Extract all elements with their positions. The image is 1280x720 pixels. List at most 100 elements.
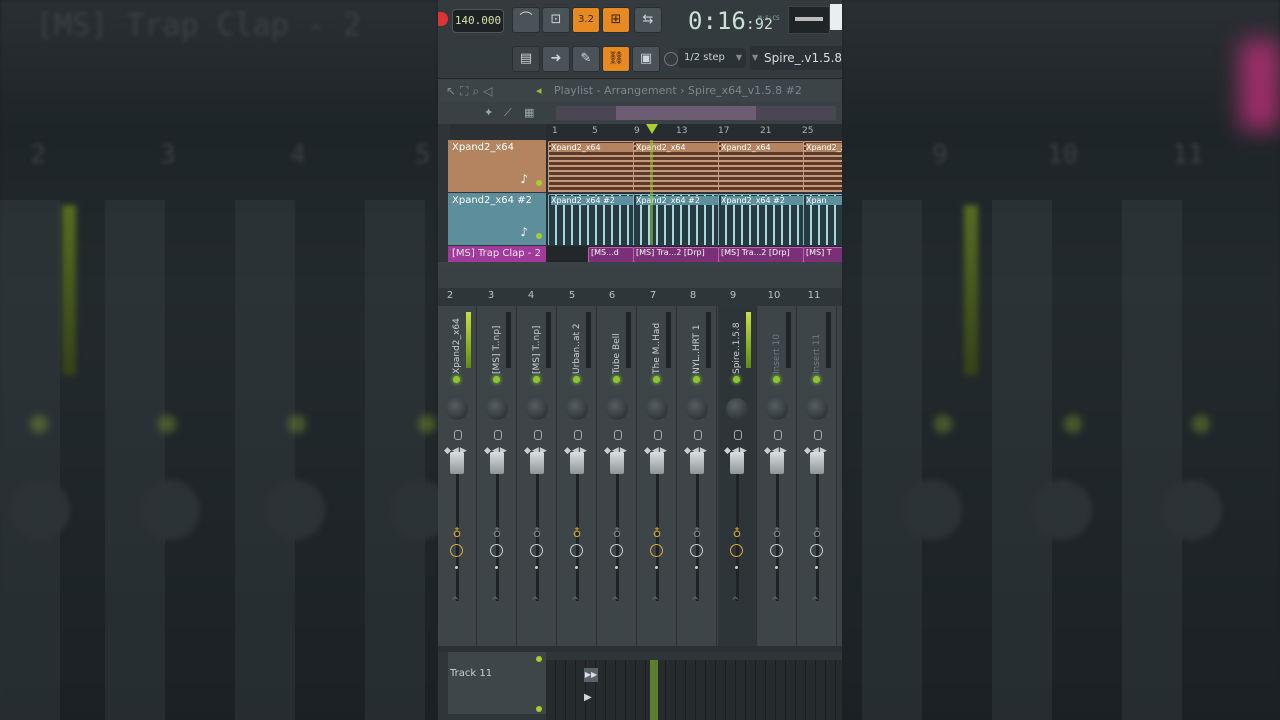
route-toggle[interactable] [730, 544, 743, 557]
volume-fader[interactable] [650, 452, 664, 474]
route-link-icon[interactable]: ♁ [810, 526, 824, 540]
volume-fader[interactable] [730, 452, 744, 474]
playlist-overview-scrollbar[interactable] [556, 106, 836, 120]
pan-knob[interactable] [766, 398, 788, 420]
record-button[interactable] [438, 12, 448, 26]
route-link-icon[interactable]: ♁ [450, 526, 464, 540]
route-toggle[interactable] [610, 544, 623, 557]
route-toggle[interactable] [690, 544, 703, 557]
track-header[interactable]: Xpand2_x64 ♪ [448, 140, 546, 192]
channel-led[interactable] [813, 376, 820, 383]
link-icon[interactable]: ⛓ [602, 46, 630, 72]
pan-knob[interactable] [566, 398, 588, 420]
fast-forward-icon[interactable]: ▶▶ [584, 668, 598, 682]
pan-knob[interactable] [726, 398, 748, 420]
metronome-icon[interactable]: ⌒ [512, 7, 540, 33]
mixer-title-bar[interactable] [438, 268, 842, 288]
audio-clip[interactable]: [MS] T [803, 247, 842, 262]
track-lane[interactable]: Xpand2_x64 Xpand2_x64 Xpand2_x64 Xpand2_… [546, 140, 842, 192]
route-link-icon[interactable]: ♁ [770, 526, 784, 540]
caret-up-icon[interactable]: ^ [491, 596, 499, 607]
pan-knob[interactable] [646, 398, 668, 420]
pan-knob[interactable] [446, 398, 468, 420]
mixer-channel[interactable]: [MS] T..np] ◆◀▶ ♁ ^ [518, 306, 557, 646]
volume-fader[interactable] [770, 452, 784, 474]
pan-knob[interactable] [526, 398, 548, 420]
track-lane[interactable]: Xpand2_x64 #2 Xpand2_x64 #2 Xpand2_x64 #… [546, 193, 842, 245]
track-header[interactable]: [MS] Trap Clap - 2 [448, 246, 546, 262]
track-header[interactable]: Xpand2_x64 #2 ♪ [448, 193, 546, 245]
stereo-icon[interactable] [814, 430, 822, 440]
plugin-select[interactable]: ▼ Spire_.v1.5.8 [750, 46, 842, 70]
pattern-button[interactable]: 3.2 [572, 7, 600, 33]
stereo-icon[interactable] [494, 430, 502, 440]
caret-up-icon[interactable]: ^ [571, 596, 579, 607]
grid-icon[interactable]: ▦ [524, 106, 538, 120]
volume-fader[interactable] [450, 452, 464, 474]
snap-select[interactable]: 1/2 step ▼ [678, 48, 746, 68]
pattern-clip[interactable]: Xpand2_x64 #2 [718, 194, 804, 245]
pattern-clip[interactable]: Xpand2_x64 #2 [633, 194, 719, 245]
stereo-icon[interactable] [574, 430, 582, 440]
track-lane[interactable]: [MS...d [MS] Tra...2 [Drp] [MS] Tra...2 … [546, 246, 842, 262]
stereo-icon[interactable] [694, 430, 702, 440]
draw-icon[interactable]: ⟋ [504, 106, 518, 120]
channel-led[interactable] [733, 376, 740, 383]
mixer-channel[interactable]: Insert 11 ◆◀▶ ♁ ^ [798, 306, 837, 646]
track-lane[interactable]: ▶▶ ▶ [546, 660, 842, 720]
stereo-icon[interactable] [454, 430, 462, 440]
mixer-channel[interactable]: Xpand2_x64 ◆◀▶ ♁ ^ [438, 306, 477, 646]
play-icon[interactable]: ▶ [584, 692, 598, 706]
channel-led[interactable] [493, 376, 500, 383]
caret-up-icon[interactable]: ^ [651, 596, 659, 607]
stereo-icon[interactable] [654, 430, 662, 440]
mixer-channel[interactable]: Urban..at 2 ◆◀▶ ♁ ^ [558, 306, 597, 646]
track-led[interactable] [536, 656, 542, 662]
stereo-icon[interactable] [614, 430, 622, 440]
volume-fader[interactable] [810, 452, 824, 474]
pan-knob[interactable] [606, 398, 628, 420]
pan-knob[interactable] [806, 398, 828, 420]
route-link-icon[interactable]: ♁ [570, 526, 584, 540]
mixer-channel[interactable]: NYL..HRT 1 ◆◀▶ ♁ ^ [678, 306, 717, 646]
track-led[interactable] [536, 233, 542, 239]
audio-clip[interactable]: [MS] Tra...2 [Drp] [633, 247, 719, 262]
caret-up-icon[interactable]: ^ [451, 596, 459, 607]
stereo-icon[interactable] [534, 430, 542, 440]
pattern-clip[interactable]: Xpan [803, 194, 842, 245]
wait-record-icon[interactable]: ⊡ [542, 7, 570, 33]
track-led[interactable] [536, 706, 542, 712]
route-link-icon[interactable]: ♁ [690, 526, 704, 540]
channel-led[interactable] [773, 376, 780, 383]
snap-icon[interactable] [664, 52, 678, 66]
pattern-clip[interactable]: Xpand2_x64 [803, 141, 842, 192]
stereo-icon[interactable] [734, 430, 742, 440]
channel-led[interactable] [653, 376, 660, 383]
caret-up-icon[interactable]: ^ [811, 596, 819, 607]
caret-up-icon[interactable]: ^ [691, 596, 699, 607]
volume-fader[interactable] [690, 452, 704, 474]
stamp-icon[interactable]: ▣ [632, 46, 660, 72]
pan-knob[interactable] [486, 398, 508, 420]
caret-up-icon[interactable]: ^ [611, 596, 619, 607]
volume-fader[interactable] [570, 452, 584, 474]
playlist-title-bar[interactable]: ↖⛶⌕◁ ◂ Playlist - Arrangement › Spire_x6… [438, 80, 842, 102]
timeline-ruler[interactable]: 1 5 9 13 17 21 25 [546, 124, 842, 140]
route-link-icon[interactable]: ♁ [610, 526, 624, 540]
channel-led[interactable] [453, 376, 460, 383]
mixer-channel[interactable]: The M..Had ◆◀▶ ♁ ^ [638, 306, 677, 646]
route-link-icon[interactable]: ♁ [530, 526, 544, 540]
pattern-clip[interactable]: Xpand2_x64 #2 [548, 194, 634, 245]
pattern-clip[interactable]: Xpand2_x64 [633, 141, 719, 192]
route-toggle[interactable] [570, 544, 583, 557]
volume-fader[interactable] [530, 452, 544, 474]
audio-clip[interactable]: [MS...d [588, 247, 634, 262]
playlist-tool-icons[interactable]: ↖⛶⌕◁ [446, 80, 496, 102]
audio-clip[interactable]: [MS] Tra...2 [Drp] [718, 247, 804, 262]
step-record-icon[interactable]: ⊞ [602, 7, 630, 33]
volume-fader[interactable] [610, 452, 624, 474]
pencil-icon[interactable]: ✎ [572, 46, 600, 72]
route-toggle[interactable] [450, 544, 463, 557]
playhead-marker[interactable] [646, 124, 658, 134]
track-header[interactable]: Track 11 [448, 652, 546, 714]
